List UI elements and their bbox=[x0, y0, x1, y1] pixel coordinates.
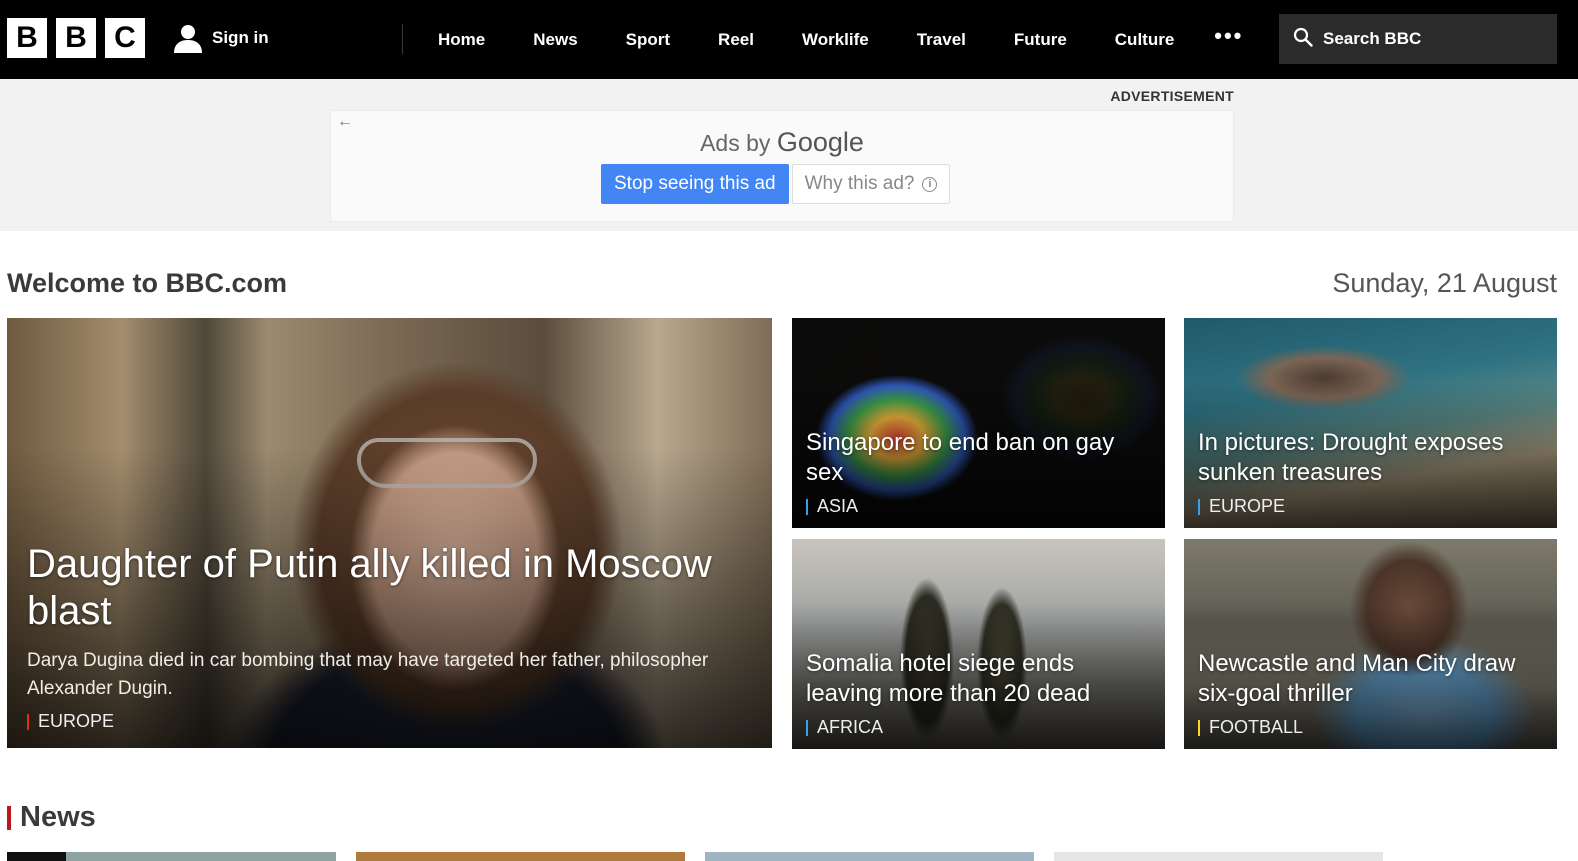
story-card-drought[interactable]: In pictures: Drought exposes sunken trea… bbox=[1184, 318, 1557, 528]
story-summary: Darya Dugina died in car bombing that ma… bbox=[27, 650, 709, 699]
why-this-ad-label: Why this ad? bbox=[804, 173, 915, 194]
nav-home[interactable]: Home bbox=[414, 30, 509, 50]
nav-future[interactable]: Future bbox=[990, 30, 1091, 50]
story-card-somalia[interactable]: Somalia hotel siege ends leaving more th… bbox=[792, 539, 1165, 749]
sign-in-link[interactable]: Sign in bbox=[172, 22, 269, 54]
current-date: Sunday, 21 August bbox=[1332, 268, 1557, 298]
tag-bar bbox=[806, 498, 808, 515]
why-this-ad-button[interactable]: Why this ad? i bbox=[791, 164, 951, 204]
nav-reel[interactable]: Reel bbox=[694, 30, 778, 50]
story-card-football[interactable]: Newcastle and Man City draw six-goal thr… bbox=[1184, 539, 1557, 749]
bbc-logo[interactable]: B B C bbox=[7, 18, 145, 58]
tag-bar bbox=[1198, 498, 1200, 515]
nav-travel[interactable]: Travel bbox=[893, 30, 990, 50]
story-tag[interactable]: AFRICA bbox=[806, 717, 1151, 738]
info-icon: i bbox=[922, 176, 938, 192]
search-icon bbox=[1293, 27, 1313, 52]
tag-label: EUROPE bbox=[1209, 496, 1286, 516]
nav-news[interactable]: News bbox=[509, 30, 601, 50]
logo-letter-b1: B bbox=[7, 18, 47, 58]
story-headline[interactable]: In pictures: Drought exposes sunken trea… bbox=[1198, 428, 1543, 488]
tag-label: AFRICA bbox=[817, 717, 884, 737]
news-thumb[interactable] bbox=[356, 852, 685, 861]
logo-letter-b2: B bbox=[56, 18, 96, 58]
news-section-title: News bbox=[20, 801, 96, 833]
tag-bar bbox=[806, 719, 808, 736]
tag-label: FOOTBALL bbox=[1209, 717, 1304, 737]
story-headline[interactable]: Newcastle and Man City draw six-goal thr… bbox=[1198, 649, 1543, 709]
section-accent-bar bbox=[7, 805, 11, 830]
search-box[interactable]: Search BBC bbox=[1279, 14, 1557, 64]
tag-bar bbox=[27, 713, 29, 730]
story-headline[interactable]: Singapore to end ban on gay sex bbox=[806, 428, 1151, 488]
story-tag[interactable]: ASIA bbox=[806, 496, 1151, 517]
news-thumb[interactable] bbox=[1054, 852, 1383, 861]
ads-by-label: Ads by bbox=[700, 130, 771, 156]
nav-sport[interactable]: Sport bbox=[602, 30, 694, 50]
stop-seeing-ad-button[interactable]: Stop seeing this ad bbox=[601, 164, 789, 204]
news-thumbnails-strip bbox=[7, 852, 1383, 861]
tag-bar bbox=[1198, 719, 1200, 736]
news-section-heading[interactable]: News bbox=[7, 801, 96, 834]
user-icon bbox=[172, 22, 204, 54]
logo-letter-c: C bbox=[105, 18, 145, 58]
top-story-main[interactable]: Daughter of Putin ally killed in Moscow … bbox=[7, 318, 772, 748]
nav-culture[interactable]: Culture bbox=[1091, 30, 1199, 50]
page-title: Welcome to BBC.com bbox=[7, 268, 288, 298]
tag-label: ASIA bbox=[817, 496, 859, 516]
story-tag[interactable]: EUROPE bbox=[27, 711, 752, 732]
nav-worklife[interactable]: Worklife bbox=[778, 30, 893, 50]
story-tag[interactable]: EUROPE bbox=[1198, 496, 1543, 517]
ads-by-google: Ads by Google bbox=[331, 127, 1233, 158]
google-wordmark: Google bbox=[776, 127, 864, 157]
tag-label: EUROPE bbox=[38, 711, 115, 731]
search-label: Search BBC bbox=[1323, 29, 1422, 48]
more-menu-icon[interactable]: ••• bbox=[1198, 23, 1261, 49]
sign-in-label: Sign in bbox=[212, 28, 269, 47]
advertisement-region: ADVERTISEMENT ← Ads by Google Stop seein… bbox=[0, 79, 1578, 231]
story-headline[interactable]: Somalia hotel siege ends leaving more th… bbox=[806, 649, 1151, 709]
top-nav-bar: B B C Sign in Home News Sport Reel Workl… bbox=[0, 0, 1578, 79]
advertisement-label: ADVERTISEMENT bbox=[1110, 88, 1234, 104]
story-headline[interactable]: Daughter of Putin ally killed in Moscow … bbox=[27, 541, 752, 635]
ad-buttons: Stop seeing this ad Why this ad? i bbox=[601, 164, 951, 204]
main-nav: Home News Sport Reel Worklife Travel Fut… bbox=[414, 0, 1261, 79]
nav-divider bbox=[402, 24, 403, 54]
ad-box: ← Ads by Google Stop seeing this ad Why … bbox=[330, 110, 1234, 222]
story-card-singapore[interactable]: Singapore to end ban on gay sex ASIA bbox=[792, 318, 1165, 528]
story-tag[interactable]: FOOTBALL bbox=[1198, 717, 1543, 738]
news-thumb[interactable] bbox=[7, 852, 336, 861]
news-thumb[interactable] bbox=[705, 852, 1034, 861]
